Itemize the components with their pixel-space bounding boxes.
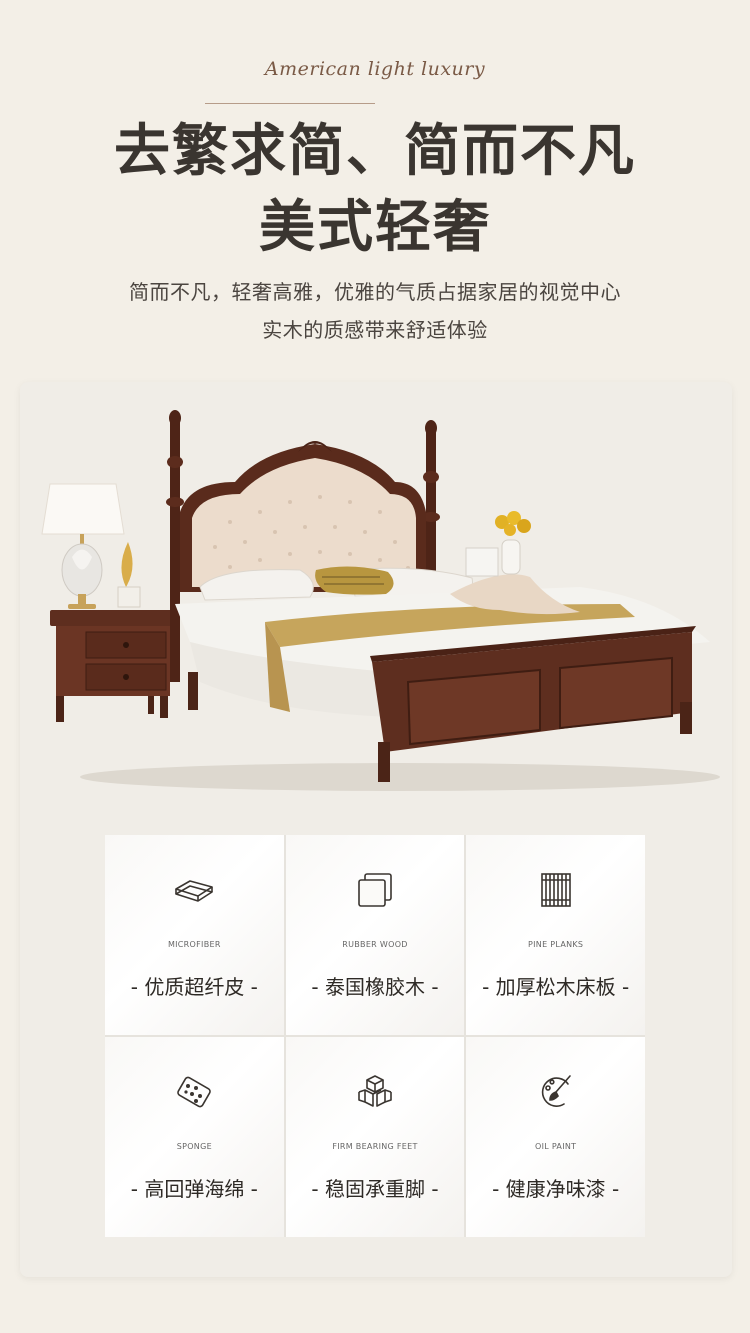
script-title-text: American light luxury xyxy=(264,58,486,80)
script-title: American light luxury xyxy=(0,58,750,104)
feature-zh-label: - 加厚松木床板 - xyxy=(482,975,630,999)
feature-oil-paint: OIL PAINT - 健康净味漆 - xyxy=(466,1037,645,1237)
feature-zh-label: - 优质超纤皮 - xyxy=(130,975,258,999)
feature-pine-planks: PINE PLANKS - 加厚松木床板 - xyxy=(466,835,645,1035)
table-lamp xyxy=(41,483,125,609)
subline-line-2: 实木的质感带来舒适体验 xyxy=(262,318,488,342)
wood-block-icon xyxy=(358,873,392,907)
feature-en-label: OIL PAINT xyxy=(534,1142,577,1151)
feature-en-label: RUBBER WOOD xyxy=(342,940,408,949)
headline-line-2: 美式轻奢 xyxy=(259,194,491,260)
headline-line-1: 去繁求简、简而不凡 xyxy=(114,118,636,184)
gold-ornament xyxy=(117,542,141,608)
script-title-underline xyxy=(205,102,375,104)
layered-fabric-icon xyxy=(175,880,214,902)
feature-microfiber: MICROFIBER - 优质超纤皮 - xyxy=(105,835,284,1035)
feature-zh-label: - 健康净味漆 - xyxy=(492,1177,620,1201)
feature-rubber-wood: RUBBER WOOD - 泰国橡胶木 - xyxy=(285,835,465,1035)
feature-en-label: PINE PLANKS xyxy=(528,940,584,949)
feature-sponge: SPONGE - 高回弹海绵 - xyxy=(105,1037,284,1237)
feature-en-label: SPONGE xyxy=(176,1142,212,1151)
bed-product-image xyxy=(41,410,720,791)
feature-zh-label: - 高回弹海绵 - xyxy=(130,1177,258,1201)
paint-brush-icon xyxy=(541,1075,571,1107)
feature-firm-feet: FIRM BEARING FEET - 稳固承重脚 - xyxy=(285,1037,465,1237)
slat-board-icon xyxy=(540,873,571,907)
feature-en-label: MICROFIBER xyxy=(167,940,221,949)
product-page: American light luxury 去繁求简、简而不凡 美式轻奢 简而不… xyxy=(0,0,750,1333)
feature-zh-label: - 稳固承重脚 - xyxy=(311,1177,439,1201)
subline-line-1: 简而不凡，轻奢高雅，优雅的气质占据家居的视觉中心 xyxy=(129,280,621,304)
feature-en-label: FIRM BEARING FEET xyxy=(332,1142,418,1151)
flower-vase xyxy=(465,511,531,577)
feature-grid: MICROFIBER - 优质超纤皮 - RUBBER WOOD - 泰国橡胶木… xyxy=(105,835,645,1237)
sponge-icon xyxy=(177,1076,212,1108)
feature-zh-label: - 泰国橡胶木 - xyxy=(311,975,439,999)
floor-shadow xyxy=(80,763,720,791)
nightstand xyxy=(50,610,176,722)
stacked-cubes-icon xyxy=(358,1075,392,1107)
